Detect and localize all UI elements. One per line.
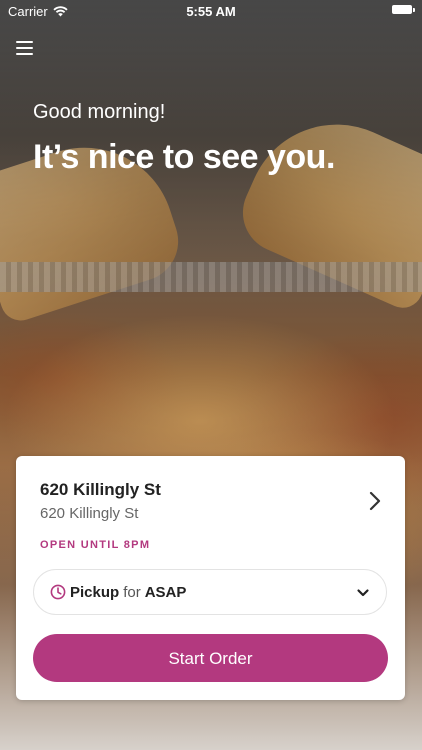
headline-text: It’s nice to see you. <box>33 138 335 176</box>
pickup-time-selector[interactable]: Pickup for ASAP <box>33 569 387 615</box>
battery-icon <box>392 5 415 14</box>
pickup-summary: Pickup for ASAP <box>70 584 186 601</box>
app-screen: Carrier 5:55 AM Good morning! It’s nice … <box>0 0 422 750</box>
status-bar: Carrier 5:55 AM <box>0 0 422 22</box>
store-address: 620 Killingly St <box>40 505 139 522</box>
menu-button[interactable] <box>14 38 36 58</box>
pickup-connector: for <box>123 583 141 601</box>
chevron-down-icon <box>357 589 369 597</box>
store-selector[interactable]: 620 Killingly St 620 Killingly St <box>16 456 405 528</box>
pickup-mode: Pickup <box>70 583 120 601</box>
store-name: 620 Killingly St <box>40 480 161 499</box>
clock-icon <box>50 584 66 600</box>
chevron-right-icon <box>369 491 381 511</box>
greeting-text: Good morning! <box>33 101 166 123</box>
hamburger-menu-icon <box>16 41 33 43</box>
status-time: 5:55 AM <box>186 4 236 19</box>
pickup-time: ASAP <box>144 583 187 601</box>
open-status-label: OPEN UNTIL 8PM <box>40 539 151 551</box>
hamburger-menu-icon-line-3 <box>16 53 33 55</box>
store-card: 620 Killingly St 620 Killingly St OPEN U… <box>16 456 405 700</box>
hamburger-menu-icon-line-2 <box>16 47 33 49</box>
start-order-button[interactable]: Start Order <box>33 634 388 682</box>
